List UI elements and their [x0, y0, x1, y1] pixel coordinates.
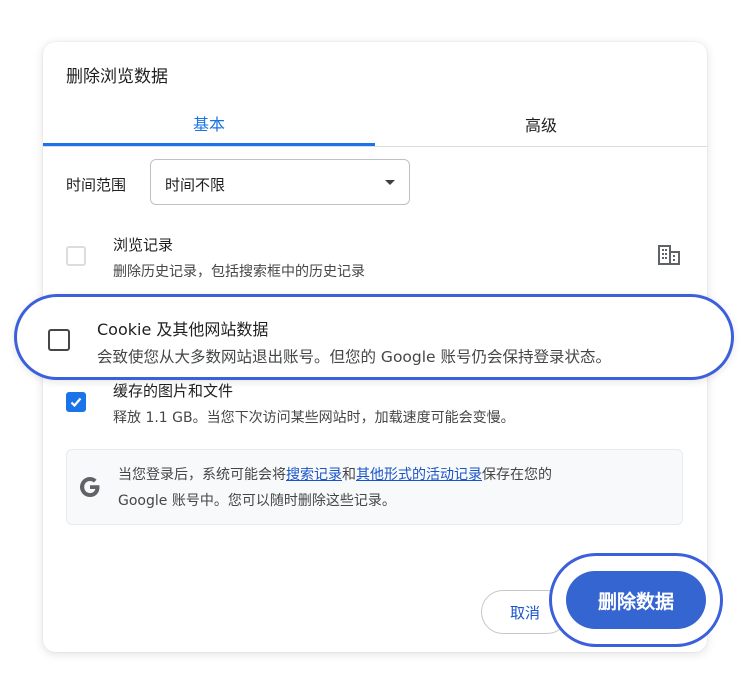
cookies-checkbox[interactable]: [48, 329, 70, 351]
info-text-part: 当您登录后，系统可能会将: [118, 467, 286, 483]
cache-title: 缓存的图片和文件: [113, 382, 234, 400]
search-history-link[interactable]: 搜索记录: [286, 467, 342, 483]
delete-data-button[interactable]: 删除数据: [566, 571, 706, 629]
cookies-title: Cookie 及其他网站数据: [97, 320, 269, 339]
cache-desc: 释放 1.1 GB。当您下次访问某些网站时，加载速度可能会变慢。: [113, 410, 515, 426]
history-checkbox[interactable]: [66, 246, 86, 266]
cache-checkbox[interactable]: [66, 392, 86, 412]
time-range-value: 时间不限: [165, 176, 226, 194]
other-activity-link[interactable]: 其他形式的活动记录: [356, 467, 482, 483]
dialog-title: 删除浏览数据: [66, 67, 168, 87]
cookies-row-highlight: Cookie 及其他网站数据 会致使您从大多数网站退出账号。但您的 Google…: [14, 294, 734, 380]
tab-bar: 基本 高级: [43, 102, 707, 147]
cookies-desc: 会致使您从大多数网站退出账号。但您的 Google 账号仍会保持登录状态。: [97, 348, 612, 366]
building-icon: [658, 245, 680, 265]
checkmark-icon: [70, 397, 82, 408]
history-desc: 删除历史记录，包括搜索框中的历史记录: [113, 264, 365, 280]
info-text: 当您登录后，系统可能会将搜索记录和其他形式的活动记录保存在您的 Google 账号…: [118, 462, 673, 514]
google-g-icon: [80, 477, 100, 497]
info-text-part: Google 账号中。您可以随时删除这些记录。: [118, 493, 396, 509]
tab-advanced[interactable]: 高级: [375, 102, 707, 146]
tab-basic[interactable]: 基本: [43, 102, 375, 146]
google-account-info: 当您登录后，系统可能会将搜索记录和其他形式的活动记录保存在您的 Google 账号…: [66, 449, 683, 525]
info-text-part: 和: [342, 467, 356, 483]
time-range-select[interactable]: 时间不限: [150, 159, 410, 205]
history-title: 浏览记录: [113, 236, 174, 254]
time-range-label: 时间范围: [66, 176, 127, 194]
caret-down-icon: [385, 180, 395, 185]
info-text-part: 保存在您的: [482, 467, 552, 483]
